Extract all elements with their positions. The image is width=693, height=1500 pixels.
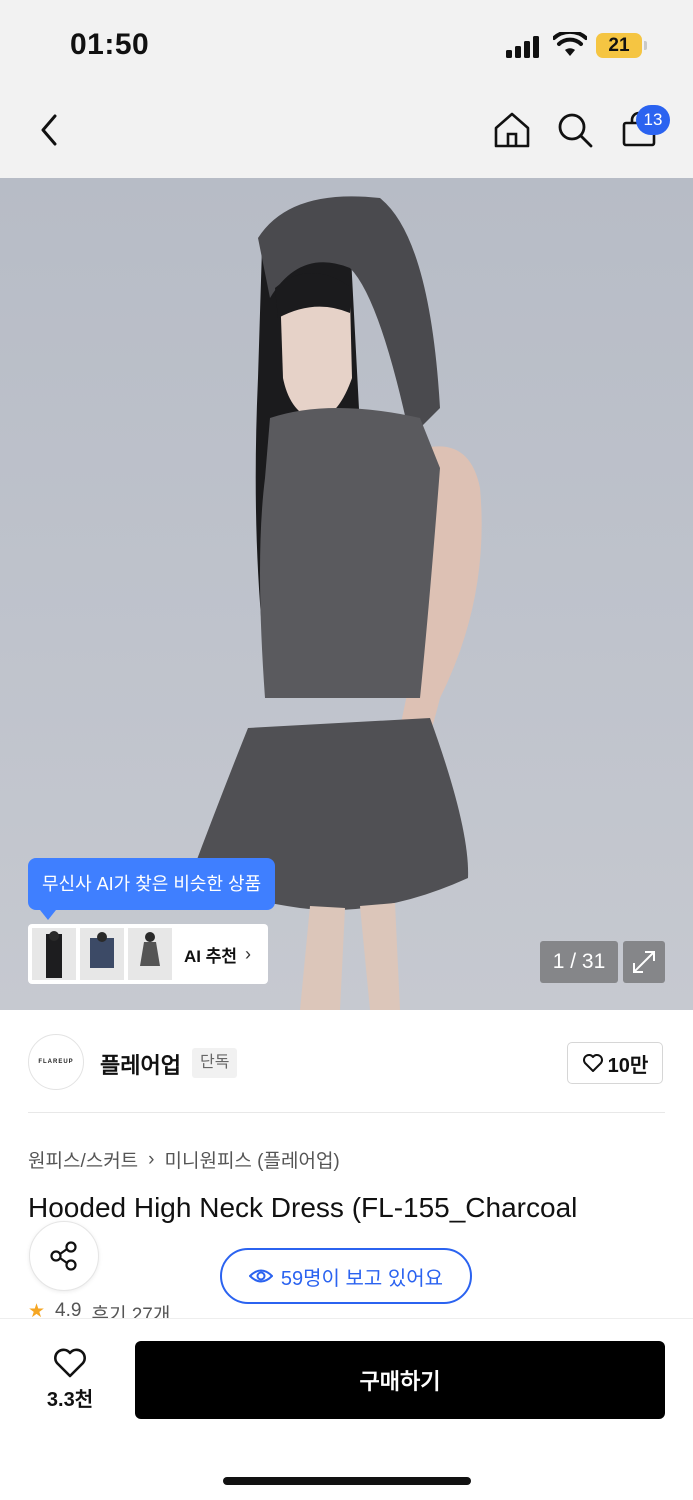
rating-row: ★ 4.9 후기 27개 <box>28 1300 170 1318</box>
battery-icon: 21 <box>596 33 648 58</box>
wishlist-count: 3.3천 <box>46 1389 94 1411</box>
back-button[interactable] <box>22 90 76 170</box>
ai-recommend-label: AI 추천 <box>184 946 238 966</box>
breadcrumb-category[interactable]: 원피스/스커트 <box>28 1146 138 1173</box>
image-counter: 1 / 31 <box>540 941 618 983</box>
brand-like-count: 10만 <box>607 1054 649 1077</box>
ai-thumb-3[interactable] <box>128 928 172 980</box>
brand-name[interactable]: 플레어업 <box>100 1048 181 1080</box>
product-title: Hooded High Neck Dress (FL-155_Charcoal <box>28 1192 578 1223</box>
battery-level: 21 <box>596 33 642 58</box>
status-bar: 01:50 21 <box>0 0 693 90</box>
product-image[interactable]: 무신사 AI가 찾은 비슷한 상품 AI 추천 › 1 / 31 <box>0 178 693 1010</box>
expand-icon <box>633 951 655 973</box>
bottom-action-bar: 3.3천 구매하기 <box>0 1318 693 1500</box>
wifi-icon <box>552 29 588 58</box>
search-button[interactable] <box>548 90 602 170</box>
breadcrumb: 원피스/스커트 › 미니원피스 (플레어업) <box>28 1146 340 1173</box>
status-time: 01:50 <box>70 28 150 61</box>
home-indicator <box>223 1477 471 1485</box>
share-icon <box>50 1241 77 1271</box>
expand-button[interactable] <box>623 941 665 983</box>
viewers-badge: 59명이 보고 있어요 <box>220 1248 472 1304</box>
ai-tooltip: 무신사 AI가 찾은 비슷한 상품 <box>28 858 276 920</box>
rating-value: 4.9 <box>55 1300 82 1318</box>
ai-recommend-button[interactable]: AI 추천 › <box>28 924 268 984</box>
divider <box>28 1112 665 1113</box>
brand-row: FLAREUP 플레어업 단독 10만 <box>28 1034 665 1092</box>
viewers-text: 59명이 보고 있어요 <box>280 1267 444 1290</box>
ai-thumb-1[interactable] <box>32 928 76 980</box>
buy-button[interactable]: 구매하기 <box>135 1341 665 1419</box>
ai-thumb-2[interactable] <box>80 928 124 980</box>
heart-icon <box>54 1348 86 1378</box>
exclusive-badge: 단독 <box>192 1048 238 1078</box>
home-icon <box>494 112 530 148</box>
brand-like-button[interactable]: 10만 <box>567 1042 663 1084</box>
home-button[interactable] <box>485 90 539 170</box>
star-icon: ★ <box>28 1301 46 1318</box>
breadcrumb-subcategory[interactable]: 미니원피스 (플레어업) <box>165 1146 340 1173</box>
back-icon <box>41 114 57 146</box>
chevron-right-icon: › <box>148 1148 155 1170</box>
heart-icon <box>582 1054 603 1072</box>
cellular-signal-icon <box>506 34 544 58</box>
top-nav <box>0 90 693 178</box>
review-count[interactable]: 후기 27개 <box>91 1300 170 1318</box>
chevron-right-icon: › <box>245 943 252 964</box>
wishlist-button[interactable]: 3.3천 <box>30 1347 110 1417</box>
brand-logo[interactable]: FLAREUP <box>28 1034 84 1090</box>
eye-icon <box>248 1269 273 1283</box>
search-icon <box>558 113 593 148</box>
cart-count-badge: 13 <box>636 105 670 135</box>
share-button[interactable] <box>29 1221 99 1291</box>
